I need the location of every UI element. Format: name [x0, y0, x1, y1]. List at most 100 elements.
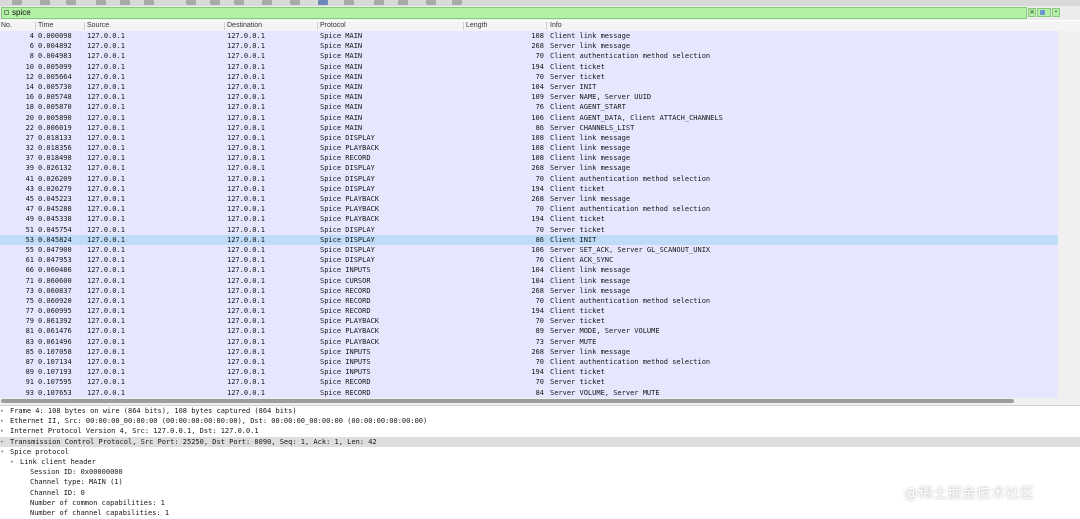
packet-row[interactable]: 20 0.005890 127.0.0.1 127.0.0.1 Spice MAIN 10… [0, 112, 1058, 123]
details-tree-item[interactable]: ▸ Ethernet II, Src: 00:00:00_00:00:00 (00… [0, 416, 1080, 426]
details-tree-item[interactable]: ▾ Spice protocol [0, 447, 1080, 457]
toolbar-button[interactable] [262, 0, 272, 5]
packet-row[interactable]: 83 0.061496 127.0.0.1 127.0.0.1 Spice PLAYBA… [0, 336, 1058, 347]
column-divider[interactable] [35, 22, 36, 30]
details-tree-item[interactable]: ▸ Internet Protocol Version 4, Src: 127.0… [0, 426, 1080, 436]
packet-list[interactable]: 4 0.000098 127.0.0.1 127.0.0.1 Spice MAIN 108… [0, 31, 1058, 398]
details-tree-item[interactable]: Session ID: 0x00000000 [0, 467, 1080, 477]
packet-row[interactable]: 79 0.061392 127.0.0.1 127.0.0.1 Spice PLAYBA… [0, 316, 1058, 327]
column-divider[interactable] [546, 22, 547, 30]
toolbar-button[interactable] [398, 0, 408, 5]
cell-length: 109 [531, 93, 544, 102]
packet-row[interactable]: 51 0.045754 127.0.0.1 127.0.0.1 Spice DISPLA… [0, 224, 1058, 235]
collapsed-arrow-icon[interactable]: ▸ [11, 457, 14, 467]
bookmark-icon[interactable] [4, 10, 9, 15]
packet-list-vertical-scrollbar[interactable] [1058, 31, 1080, 398]
toolbar-button[interactable] [318, 0, 328, 5]
toolbar-button[interactable] [40, 0, 50, 5]
packet-row[interactable]: 32 0.018356 127.0.0.1 127.0.0.1 Spice PLAYBA… [0, 143, 1058, 154]
packet-row[interactable]: 10 0.005099 127.0.0.1 127.0.0.1 Spice MAIN 19… [0, 61, 1058, 72]
packet-row[interactable]: 39 0.026132 127.0.0.1 127.0.0.1 Spice DISPLA… [0, 163, 1058, 174]
details-tree-item[interactable]: ▸ Link client header [0, 457, 1080, 467]
toolbar-button[interactable] [96, 0, 106, 5]
cell-destination: 127.0.0.1 [227, 184, 265, 193]
packet-row[interactable]: 8 0.004983 127.0.0.1 127.0.0.1 Spice MAIN 70 C… [0, 51, 1058, 62]
packet-row[interactable]: 22 0.006019 127.0.0.1 127.0.0.1 Spice MAIN 86… [0, 122, 1058, 133]
column-header-length[interactable]: Length [466, 21, 487, 31]
toolbar-button[interactable] [186, 0, 196, 5]
toolbar-button[interactable] [210, 0, 220, 5]
packet-row[interactable]: 41 0.026209 127.0.0.1 127.0.0.1 Spice DISPLA… [0, 173, 1058, 184]
packet-row[interactable]: 93 0.107653 127.0.0.1 127.0.0.1 Spice RECORD… [0, 387, 1058, 398]
toolbar-button[interactable] [120, 0, 130, 5]
clear-filter-button[interactable]: × [1028, 8, 1036, 17]
column-header-protocol[interactable]: Protocol [320, 21, 346, 31]
packet-row[interactable]: 89 0.107193 127.0.0.1 127.0.0.1 Spice INPUTS… [0, 367, 1058, 378]
column-divider[interactable] [84, 22, 85, 30]
display-filter-input[interactable]: spice [1, 7, 1027, 19]
scrollbar-thumb[interactable] [1, 399, 1014, 403]
toolbar-button[interactable] [66, 0, 76, 5]
expanded-arrow-icon[interactable]: ▾ [1, 447, 4, 457]
packet-row[interactable]: 4 0.000098 127.0.0.1 127.0.0.1 Spice MAIN 108… [0, 31, 1058, 42]
packet-row[interactable]: 81 0.061476 127.0.0.1 127.0.0.1 Spice PLAYBA… [0, 326, 1058, 337]
details-tree-item[interactable]: ▸ Frame 4: 108 bytes on wire (864 bits), … [0, 406, 1080, 416]
cell-no: 79 [25, 317, 34, 326]
cell-protocol: Spice MAIN [320, 42, 363, 51]
collapsed-arrow-icon[interactable]: ▸ [1, 416, 4, 426]
packet-row[interactable]: 45 0.045223 127.0.0.1 127.0.0.1 Spice PLAYBA… [0, 194, 1058, 205]
packet-row[interactable]: 47 0.045288 127.0.0.1 127.0.0.1 Spice PLAYBA… [0, 204, 1058, 215]
packet-row[interactable]: 73 0.060837 127.0.0.1 127.0.0.1 Spice RECORD… [0, 285, 1058, 296]
packet-row[interactable]: 77 0.060995 127.0.0.1 127.0.0.1 Spice RECORD… [0, 306, 1058, 317]
cell-protocol: Spice INPUTS [320, 358, 371, 366]
cell-info: Client ticket [550, 307, 605, 316]
packet-row[interactable]: 61 0.047953 127.0.0.1 127.0.0.1 Spice DISPLA… [0, 255, 1058, 266]
details-tree-item[interactable]: Number of channel capabilities: 1 [0, 508, 1080, 518]
toolbar-button[interactable] [290, 0, 300, 5]
collapsed-arrow-icon[interactable]: ▸ [1, 437, 4, 447]
toolbar-button[interactable] [12, 0, 22, 5]
cell-destination: 127.0.0.1 [227, 174, 265, 183]
details-tree-item[interactable]: ▸ Transmission Control Protocol, Src Port… [0, 436, 1080, 447]
packet-row[interactable]: 43 0.026279 127.0.0.1 127.0.0.1 Spice DISPLA… [0, 183, 1058, 194]
packet-row[interactable]: 18 0.005870 127.0.0.1 127.0.0.1 Spice MAIN 76… [0, 102, 1058, 113]
toolbar-button[interactable] [452, 0, 462, 5]
cell-time: 0.060995 [38, 307, 72, 316]
column-header-no[interactable]: No. [1, 21, 12, 31]
packet-row[interactable]: 49 0.045338 127.0.0.1 127.0.0.1 Spice PLAYBA… [0, 214, 1058, 225]
packet-row[interactable]: 6 0.004892 127.0.0.1 127.0.0.1 Spice MAIN 268… [0, 41, 1058, 52]
column-divider[interactable] [463, 22, 464, 30]
packet-row[interactable]: 91 0.107595 127.0.0.1 127.0.0.1 Spice RECORD… [0, 377, 1058, 388]
collapsed-arrow-icon[interactable]: ▸ [1, 406, 4, 416]
column-header-time[interactable]: Time [38, 21, 53, 31]
toolbar-button[interactable] [344, 0, 354, 5]
collapsed-arrow-icon[interactable]: ▸ [1, 426, 4, 436]
toolbar-button[interactable] [144, 0, 154, 5]
column-divider[interactable] [317, 22, 318, 30]
packet-row[interactable]: 27 0.018133 127.0.0.1 127.0.0.1 Spice DISPLA… [0, 132, 1058, 144]
cell-destination: 127.0.0.1 [227, 347, 265, 356]
column-header-source[interactable]: Source [87, 21, 109, 31]
packet-row[interactable]: 75 0.060920 127.0.0.1 127.0.0.1 Spice RECORD… [0, 295, 1058, 307]
packet-row[interactable]: 14 0.005730 127.0.0.1 127.0.0.1 Spice MAIN 10… [0, 81, 1058, 93]
column-divider[interactable] [224, 22, 225, 30]
packet-list-horizontal-scrollbar[interactable] [0, 398, 1080, 406]
packet-row[interactable]: 16 0.005748 127.0.0.1 127.0.0.1 Spice MAIN 10… [0, 92, 1058, 103]
toolbar-button[interactable] [374, 0, 384, 5]
packet-row[interactable]: 71 0.060600 127.0.0.1 127.0.0.1 Spice CURSOR… [0, 275, 1058, 286]
toolbar-button[interactable] [426, 0, 436, 5]
packet-row[interactable]: 55 0.047900 127.0.0.1 127.0.0.1 Spice DISPLA… [0, 244, 1058, 256]
cell-source: 127.0.0.1 [87, 174, 125, 183]
packet-row[interactable]: 66 0.060486 127.0.0.1 127.0.0.1 Spice INPUTS… [0, 265, 1058, 276]
cell-info: Server INIT [550, 82, 597, 91]
packet-row[interactable]: 85 0.107058 127.0.0.1 127.0.0.1 Spice INPUTS… [0, 346, 1058, 357]
column-header-destination[interactable]: Destination [227, 21, 262, 31]
packet-row[interactable]: 12 0.005664 127.0.0.1 127.0.0.1 Spice MAIN 70… [0, 71, 1058, 82]
column-header-info[interactable]: Info [550, 21, 562, 31]
packet-row[interactable]: 53 0.045824 127.0.0.1 127.0.0.1 Spice DISPLA… [0, 234, 1058, 245]
packet-row[interactable]: 87 0.107134 127.0.0.1 127.0.0.1 Spice INPUTS… [0, 357, 1058, 368]
toolbar-button[interactable] [234, 0, 244, 5]
apply-filter-button[interactable] [1037, 8, 1051, 17]
filter-history-dropdown[interactable]: ▾ [1052, 8, 1060, 17]
packet-row[interactable]: 37 0.018498 127.0.0.1 127.0.0.1 Spice RECORD… [0, 153, 1058, 164]
